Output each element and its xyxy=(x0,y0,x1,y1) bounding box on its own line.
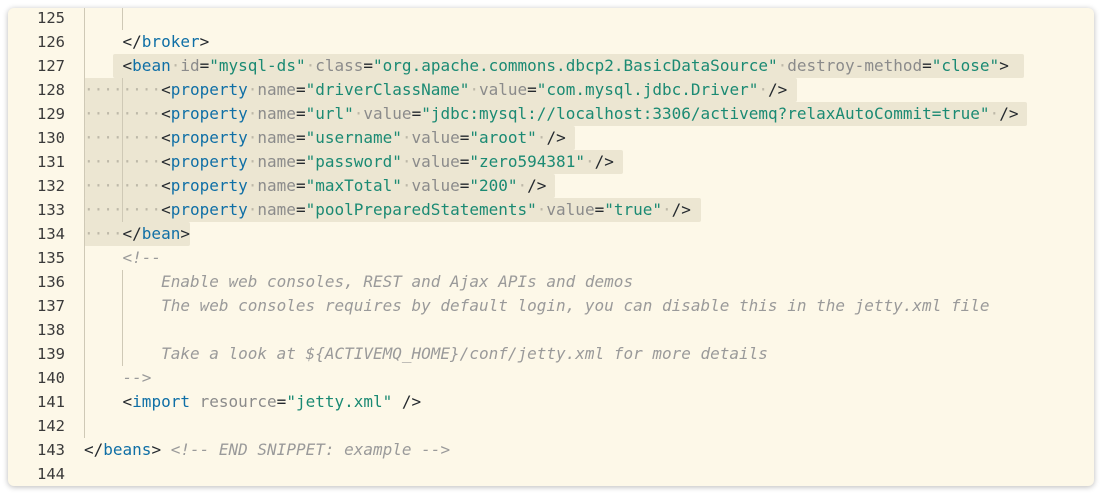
xml-comment: --> xyxy=(122,368,152,387)
xml-value: "username" xyxy=(305,128,402,147)
xml-comment: Take a look at ${ACTIVEMQ_HOME}/conf/jet… xyxy=(161,344,768,363)
xml-attribute: id xyxy=(180,56,200,75)
xml-tag: bean xyxy=(141,224,181,243)
xml-attribute: class xyxy=(315,56,364,75)
line-number-gutter: 125 126 127 128 129 130 131 132 133 134 … xyxy=(8,8,68,486)
xml-value: "close" xyxy=(931,56,1000,75)
line-number: 135 xyxy=(37,249,65,267)
xml-tag: property xyxy=(170,176,248,195)
code-line: ····</bean> xyxy=(84,224,190,243)
xml-tag: beans xyxy=(103,440,152,459)
line-number: 138 xyxy=(37,321,65,339)
line-number: 144 xyxy=(37,465,65,483)
line-number: 127 xyxy=(37,57,65,75)
code-line: --> xyxy=(84,366,152,390)
xml-tag: property xyxy=(170,80,248,99)
code-editor[interactable]: 125 126 127 128 129 130 131 132 133 134 … xyxy=(8,8,1094,486)
line-number: 143 xyxy=(37,441,65,459)
code-line: <bean·id="mysql-ds"·class="org.apache.co… xyxy=(122,56,1009,75)
xml-tag: property xyxy=(170,152,248,171)
xml-attribute: value xyxy=(411,176,460,195)
code-line: </beans> <!-- END SNIPPET: example --> xyxy=(84,440,451,459)
code-line: ········<property·name="password"·value=… xyxy=(84,152,614,171)
xml-tag: property xyxy=(170,104,248,123)
xml-attribute: value xyxy=(363,104,412,123)
xml-tag: bean xyxy=(132,56,171,75)
line-number: 139 xyxy=(37,345,65,363)
line-number: 132 xyxy=(37,177,65,195)
line-number: 131 xyxy=(37,153,65,171)
xml-value: "jdbc:mysql://localhost:3306/activemq?re… xyxy=(421,104,990,123)
xml-tag: property xyxy=(170,128,248,147)
xml-value: "url" xyxy=(305,104,354,123)
line-number: 136 xyxy=(37,273,65,291)
xml-value: "org.apache.commons.dbcp2.BasicDataSourc… xyxy=(373,56,778,75)
xml-value: "mysql-ds" xyxy=(209,56,306,75)
xml-attribute: destroy-method xyxy=(787,56,923,75)
xml-tag: property xyxy=(170,200,248,219)
xml-attribute: value xyxy=(478,80,528,99)
code-line: <import resource="jetty.xml" /> xyxy=(122,392,422,411)
line-number: 142 xyxy=(37,417,65,435)
code-line: ········<property·name="url"·value="jdbc… xyxy=(84,104,1019,123)
line-number: 125 xyxy=(37,9,65,27)
xml-value: "password" xyxy=(305,152,402,171)
xml-attribute: name xyxy=(257,80,296,99)
xml-tag: broker xyxy=(141,32,200,51)
line-number: 130 xyxy=(37,129,65,147)
xml-tag: import xyxy=(132,392,190,411)
xml-attribute: value xyxy=(411,152,460,171)
xml-attribute: value xyxy=(411,128,460,147)
code-line: Take a look at ${ACTIVEMQ_HOME}/conf/jet… xyxy=(84,342,768,366)
code-line: ········<property·name="driverClassName"… xyxy=(84,80,788,99)
xml-value: "com.mysql.jdbc.Driver" xyxy=(536,80,759,99)
xml-attribute: name xyxy=(257,128,296,147)
xml-value: "maxTotal" xyxy=(305,176,402,195)
indent-guide xyxy=(122,8,123,30)
code-line: <!-- xyxy=(84,246,162,270)
xml-attribute: name xyxy=(257,176,296,195)
code-area[interactable]: </broker> <bean·id="mysql-ds"·class="org… xyxy=(84,8,1094,486)
code-line: </broker> xyxy=(122,32,210,51)
line-number: 133 xyxy=(37,201,65,219)
code-line: ········<property·name="username"·value=… xyxy=(84,128,566,147)
code-line: ········<property·name="maxTotal"·value=… xyxy=(84,176,547,195)
xml-value: "poolPreparedStatements" xyxy=(305,200,537,219)
xml-comment: <!-- END SNIPPET: example --> xyxy=(170,440,451,459)
code-line: Enable web consoles, REST and Ajax APIs … xyxy=(84,270,633,294)
line-number: 137 xyxy=(37,297,65,315)
line-number: 129 xyxy=(37,105,65,123)
xml-comment: Enable web consoles, REST and Ajax APIs … xyxy=(161,272,634,291)
xml-attribute: name xyxy=(257,200,296,219)
xml-comment: <!-- xyxy=(122,248,162,267)
xml-value: "jetty.xml" xyxy=(286,392,393,411)
xml-value: "true" xyxy=(604,200,663,219)
xml-comment: The web consoles requires by default log… xyxy=(161,296,990,315)
code-line: ········<property·name="poolPreparedStat… xyxy=(84,200,691,219)
line-number: 141 xyxy=(37,393,65,411)
xml-attribute: resource xyxy=(199,392,277,411)
xml-attribute: name xyxy=(257,152,296,171)
line-number: 134 xyxy=(37,225,65,243)
xml-value: "aroot" xyxy=(469,128,537,147)
xml-attribute: name xyxy=(257,104,296,123)
line-number: 128 xyxy=(37,81,65,99)
xml-value: "200" xyxy=(469,176,518,195)
line-number: 126 xyxy=(37,33,65,51)
xml-value: "zero594381" xyxy=(469,152,585,171)
line-number: 140 xyxy=(37,369,65,387)
code-line: The web consoles requires by default log… xyxy=(84,294,989,318)
xml-attribute: value xyxy=(546,200,595,219)
xml-value: "driverClassName" xyxy=(305,80,470,99)
